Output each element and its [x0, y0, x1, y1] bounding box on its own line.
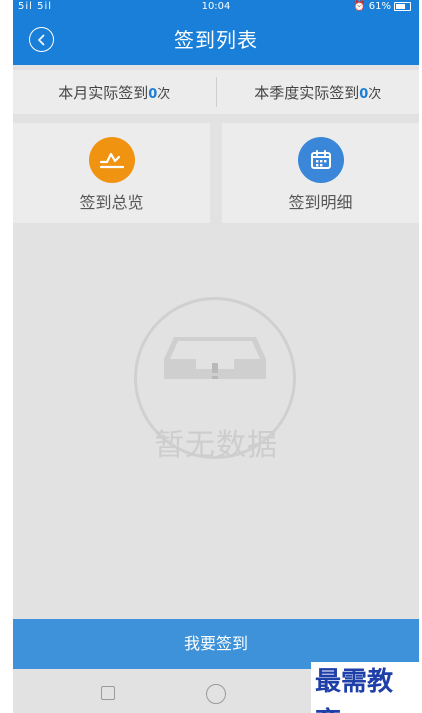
month-stat-label: 本月实际签到	[58, 83, 149, 102]
quarter-stat-count: 0	[359, 86, 369, 102]
sign-in-detail-card[interactable]: 签到明细	[222, 123, 419, 223]
sign-in-stats-bar: 本月实际签到0次 本季度实际签到0次	[13, 70, 419, 114]
empty-state-text: 暂无数据	[154, 428, 278, 463]
status-bar: 5il 5il 10:04 ⏰ 61%	[13, 0, 419, 13]
status-right: ⏰ 61%	[353, 0, 411, 13]
feature-cards: 签到总览 签到明细	[13, 123, 419, 223]
overview-card-label: 签到总览	[79, 193, 144, 212]
month-stat-count: 0	[148, 86, 158, 102]
phone-screen: 5il 5il 10:04 ⏰ 61% 签到列表 本月实际签到0次 本季度实际签…	[13, 0, 419, 713]
overview-chart-icon	[88, 137, 135, 183]
quarter-stat-unit: 次	[368, 86, 382, 102]
month-stat-unit: 次	[157, 86, 171, 102]
battery-icon	[394, 2, 411, 11]
quarter-stat-label: 本季度实际签到	[254, 83, 360, 102]
alarm-icon: ⏰	[353, 1, 366, 12]
recent-apps-key-icon[interactable]	[101, 686, 115, 700]
detail-card-label: 签到明细	[288, 193, 353, 212]
page-title: 签到列表	[174, 28, 258, 52]
sign-in-overview-card[interactable]: 签到总览	[13, 123, 210, 223]
top-navigation-bar: 签到列表	[13, 13, 419, 65]
month-sign-in-stat: 本月实际签到0次	[13, 82, 216, 103]
watermark: 最需教育	[311, 662, 419, 713]
quarter-sign-in-stat: 本季度实际签到0次	[217, 82, 420, 103]
battery-percent: 61%	[368, 1, 391, 12]
calendar-icon	[297, 137, 344, 183]
home-key-icon[interactable]	[206, 684, 226, 704]
